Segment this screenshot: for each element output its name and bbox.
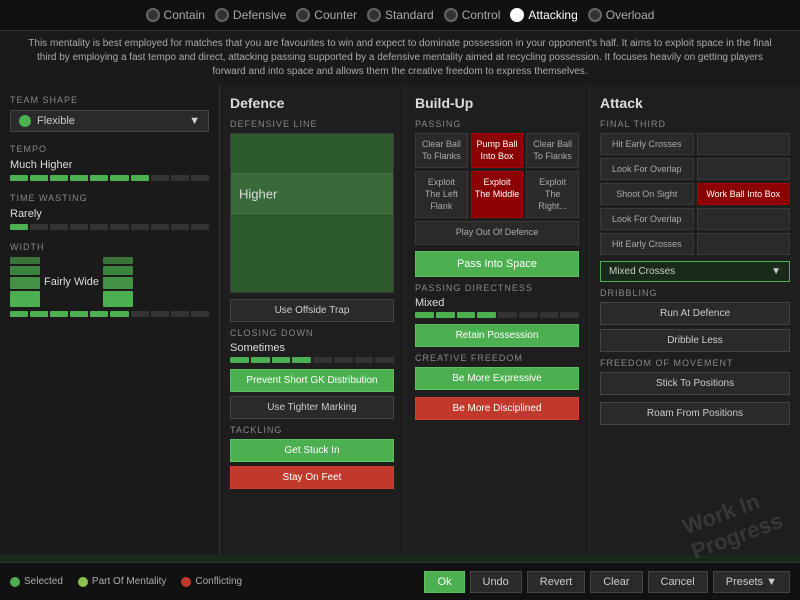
prevent-gk-btn[interactable]: Prevent Short GK Distribution: [230, 369, 394, 392]
defensive-line-visual: Higher: [230, 133, 394, 293]
left-panel: TEAM SHAPE Flexible ▼ TEMPO Much Higher: [0, 85, 220, 555]
defensive-line-value: Higher: [239, 186, 277, 201]
attack-cell-empty2[interactable]: [697, 158, 791, 180]
pass-cell-0[interactable]: Clear Ball To Flanks: [415, 133, 468, 168]
tackling-label: TACKLING: [230, 425, 394, 435]
attack-cell-empty1[interactable]: [697, 133, 791, 155]
pass-cell-4[interactable]: Exploit The Middle: [471, 171, 524, 218]
defence-panel: Defence DEFENSIVE LINE Higher Use Offsid…: [220, 85, 405, 555]
tempo-label: TEMPO: [10, 144, 209, 154]
stick-positions-btn[interactable]: Stick To Positions: [600, 372, 790, 395]
get-stuck-in-btn[interactable]: Get Stuck In: [230, 439, 394, 462]
stay-on-feet-btn[interactable]: Stay On Feet: [230, 466, 394, 489]
run-at-defence-btn[interactable]: Run At Defence: [600, 302, 790, 325]
attack-cell-overlap2[interactable]: Look For Overlap: [600, 208, 694, 230]
pass-cell-2[interactable]: Clear Ball To Flanks: [526, 133, 579, 168]
directness-label: PASSING DIRECTNESS: [415, 283, 579, 293]
attack-cell-shoot[interactable]: Shoot On Sight: [600, 183, 694, 205]
pass-cell-6[interactable]: Play Out Of Defence: [415, 221, 579, 245]
attack-title: Attack: [600, 95, 790, 111]
dribble-less-btn[interactable]: Dribble Less: [600, 329, 790, 352]
pass-cell-1[interactable]: Pump Ball Into Box: [471, 133, 524, 168]
mentality-option-control[interactable]: Control: [444, 8, 501, 22]
attack-cell-empty4[interactable]: [697, 233, 791, 255]
final-third-label: FINAL THIRD: [600, 119, 790, 129]
mentality-option-attacking[interactable]: Attacking: [510, 8, 577, 22]
time-wasting-slider: Rarely: [10, 208, 209, 230]
legend-selected: Selected: [10, 576, 63, 587]
mentality-bar: Contain Defensive Counter Standard Control At…: [0, 0, 800, 31]
creative-freedom-btns: Be More Expressive Be More Disciplined: [415, 367, 579, 424]
width-slider: Fairly Wide: [10, 257, 209, 317]
description-text: This mentality is best employed for matc…: [0, 31, 800, 85]
mentality-radio-defensive: [215, 8, 229, 22]
buildup-panel: Build-Up PASSING Clear Ball To Flanks Pu…: [405, 85, 590, 555]
defensive-line-label: DEFENSIVE LINE: [230, 119, 394, 129]
conflicting-dot: [181, 577, 191, 587]
pass-cell-5[interactable]: Exploit The Right...: [526, 171, 579, 218]
passing-label: PASSING: [415, 119, 579, 129]
chevron-down-icon: ▼: [189, 115, 200, 127]
legend-part-of-mentality: Part Of Mentality: [78, 576, 166, 587]
undo-button[interactable]: Undo: [470, 571, 522, 593]
buildup-title: Build-Up: [415, 95, 579, 111]
passing-grid: Clear Ball To Flanks Pump Ball Into Box …: [415, 133, 579, 245]
mentality-radio-contain: [146, 8, 160, 22]
attack-cell-hit-early2[interactable]: Hit Early Crosses: [600, 233, 694, 255]
defence-title: Defence: [230, 95, 394, 111]
tighter-marking-btn[interactable]: Use Tighter Marking: [230, 396, 394, 419]
more-expressive-btn[interactable]: Be More Expressive: [415, 367, 579, 390]
attack-cell-empty3[interactable]: [697, 208, 791, 230]
clear-button[interactable]: Clear: [590, 571, 642, 593]
presets-arrow-icon: ▼: [766, 576, 777, 588]
dribbling-label: DRIBBLING: [600, 288, 790, 298]
directness-value: Mixed: [415, 297, 579, 309]
mentality-option-overload[interactable]: Overload: [588, 8, 655, 22]
selected-dot: [10, 577, 20, 587]
bottom-buttons: Ok Undo Revert Clear Cancel Presets ▼: [424, 571, 790, 593]
attack-cell-hit-early[interactable]: Hit Early Crosses: [600, 133, 694, 155]
bottom-bar: Selected Part Of Mentality Conflicting O…: [0, 562, 800, 600]
roam-positions-btn[interactable]: Roam From Positions: [600, 402, 790, 425]
part-of-mentality-dot: [78, 577, 88, 587]
mentality-option-counter[interactable]: Counter: [296, 8, 357, 22]
pass-space-btn[interactable]: Pass Into Space: [415, 251, 579, 277]
attack-panel: Attack FINAL THIRD Hit Early Crosses Loo…: [590, 85, 800, 555]
mentality-option-standard[interactable]: Standard: [367, 8, 434, 22]
attack-grid: Hit Early Crosses Look For Overlap Shoot…: [600, 133, 790, 255]
dropdown-arrow-icon: ▼: [771, 266, 781, 277]
mixed-crosses-dropdown[interactable]: Mixed Crosses ▼: [600, 261, 790, 282]
width-label: WIDTH: [10, 242, 209, 252]
ok-button[interactable]: Ok: [424, 571, 464, 593]
revert-button[interactable]: Revert: [527, 571, 585, 593]
team-shape-select[interactable]: Flexible ▼: [10, 110, 209, 132]
presets-button[interactable]: Presets ▼: [713, 571, 790, 593]
offside-trap-btn[interactable]: Use Offside Trap: [230, 299, 394, 322]
legend-conflicting: Conflicting: [181, 576, 242, 587]
main-content: TEAM SHAPE Flexible ▼ TEMPO Much Higher: [0, 85, 800, 555]
mentality-radio-attacking: [510, 8, 524, 22]
time-wasting-label: TIME WASTING: [10, 193, 209, 203]
mentality-radio-control: [444, 8, 458, 22]
mentality-radio-standard: [367, 8, 381, 22]
freedom-label: FREEDOM OF MOVEMENT: [600, 358, 790, 368]
pass-cell-3[interactable]: Exploit The Left Flank: [415, 171, 468, 218]
mentality-option-contain[interactable]: Contain: [146, 8, 205, 22]
cancel-button[interactable]: Cancel: [648, 571, 708, 593]
attack-cell-overlap1[interactable]: Look For Overlap: [600, 158, 694, 180]
more-disciplined-btn[interactable]: Be More Disciplined: [415, 397, 579, 420]
retain-possession-btn[interactable]: Retain Possession: [415, 324, 579, 347]
mentality-option-defensive[interactable]: Defensive: [215, 8, 286, 22]
team-shape-label: TEAM SHAPE: [10, 95, 209, 105]
tempo-slider: Much Higher: [10, 159, 209, 181]
closing-down-label: CLOSING DOWN: [230, 328, 394, 338]
freedom-movement-btns: Stick To Positions Roam From Positions: [600, 372, 790, 429]
creative-freedom-label: CREATIVE FREEDOM: [415, 353, 579, 363]
mentality-radio-counter: [296, 8, 310, 22]
closing-down-value: Sometimes: [230, 342, 394, 354]
attack-cell-work-ball[interactable]: Work Ball Into Box: [697, 183, 791, 205]
mentality-radio-overload: [588, 8, 602, 22]
